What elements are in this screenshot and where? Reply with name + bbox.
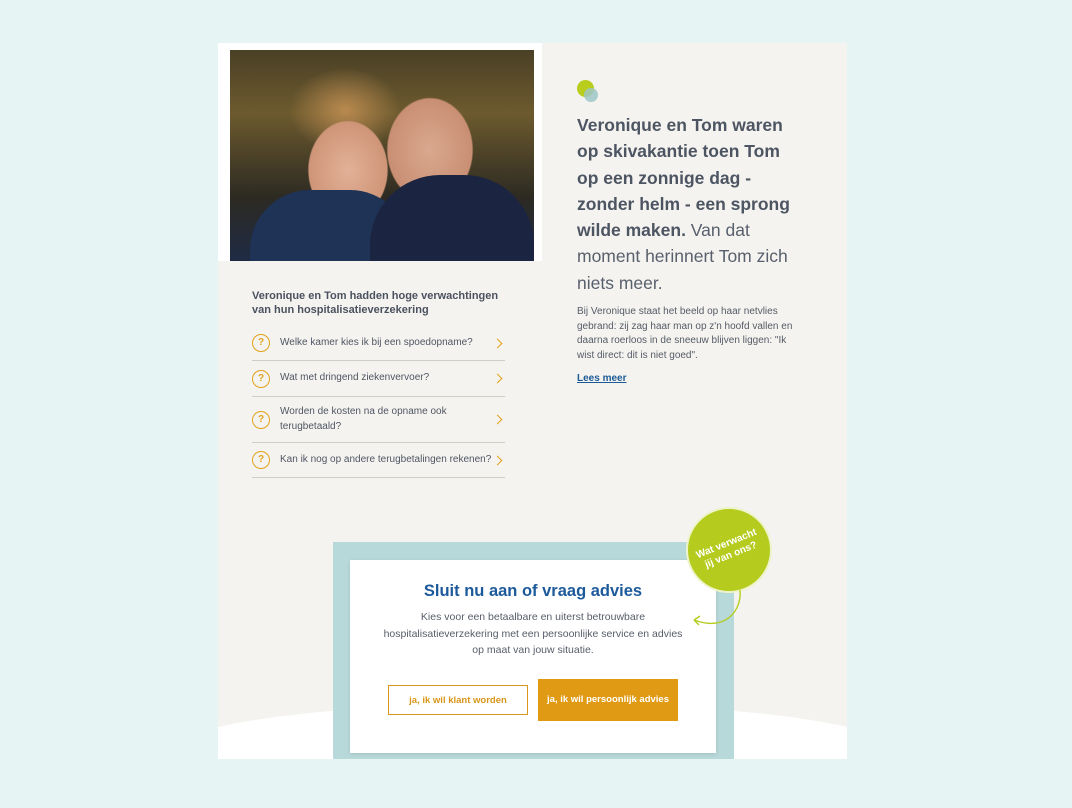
faq-item-label: Worden de kosten na de opname ook terugb…: [280, 406, 447, 432]
faq-item-label: Welke kamer kies ik bij een spoedopname?: [280, 336, 473, 348]
cta-title: Sluit nu aan of vraag advies: [423, 582, 643, 600]
faq-title: Veronique en Tom hadden hoge verwachting…: [252, 290, 499, 316]
faq-list: ? Welke kamer kies ik bij een spoedopnam…: [252, 326, 505, 478]
faq-item[interactable]: ? Welke kamer kies ik bij een spoedopnam…: [252, 326, 505, 361]
personal-advice-button[interactable]: ja, ik wil persoonlijk advies: [538, 679, 678, 721]
read-more-link[interactable]: Lees meer: [577, 373, 626, 384]
question-circle-icon: ?: [252, 369, 270, 388]
become-customer-button[interactable]: ja, ik wil klant worden: [388, 685, 528, 715]
faq-item-label: Kan ik nog op andere terugbetalingen rek…: [280, 453, 492, 465]
story-description: Bij Veronique staat het beeld op haar ne…: [577, 306, 793, 361]
question-circle-icon: ?: [252, 451, 270, 469]
photo-frame: [218, 43, 542, 261]
question-circle-icon: ?: [252, 410, 270, 429]
chevron-right-icon: [492, 373, 503, 384]
badge-text: Wat verwacht jij van ons?: [694, 526, 759, 571]
story-quote-bold: Veronique en Tom waren op skivakantie to…: [577, 115, 790, 241]
question-circle-icon: ?: [252, 334, 270, 352]
faq-item[interactable]: ? Wat met dringend ziekenvervoer?: [252, 361, 505, 397]
couple-photo: [230, 50, 534, 261]
photo-figure-right: [370, 175, 534, 261]
faq-item[interactable]: ? Kan ik nog op andere terugbetalingen r…: [252, 443, 505, 478]
curved-arrow-icon: [693, 589, 741, 626]
story-quote: Veronique en Tom waren op skivakantie to…: [577, 112, 805, 296]
chevron-right-icon: [492, 455, 503, 465]
cta-box: Sluit nu aan of vraag advies Kies voor e…: [350, 560, 716, 753]
bubbles-icon: [577, 80, 603, 104]
chevron-right-icon: [492, 338, 503, 348]
cta-text: Kies voor een betaalbare en uiterst betr…: [383, 611, 683, 656]
chevron-right-icon: [492, 414, 503, 425]
faq-item[interactable]: ? Worden de kosten na de opname ook teru…: [252, 397, 505, 443]
expectation-badge[interactable]: Wat verwacht jij van ons?: [686, 507, 772, 593]
faq-item-label: Wat met dringend ziekenvervoer?: [280, 372, 430, 384]
